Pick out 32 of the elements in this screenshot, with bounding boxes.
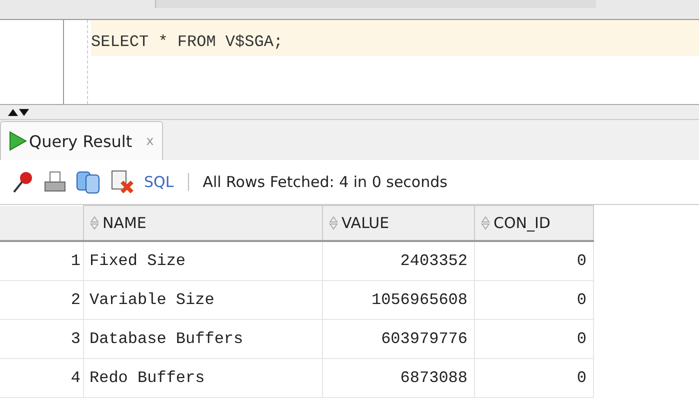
splitter-arrows-icon[interactable] — [8, 108, 30, 116]
table-cell: Fixed Size — [83, 241, 322, 280]
column-header[interactable]: CON_ID — [474, 206, 593, 241]
table-cell: Redo Buffers — [83, 358, 322, 397]
sql-link[interactable]: SQL — [144, 173, 174, 191]
table-cell: 1056965608 — [322, 280, 474, 319]
document-delete-icon[interactable] — [110, 170, 134, 194]
table-cell: 603979776 — [322, 319, 474, 358]
sort-icon — [328, 216, 338, 230]
table-cell: 0 — [474, 280, 593, 319]
query-result-tab[interactable]: Query Result x — [0, 121, 163, 160]
table-cell: 2403352 — [322, 241, 474, 280]
table-cell: 0 — [474, 319, 593, 358]
status-text: All Rows Fetched: 4 in 0 seconds — [202, 173, 448, 191]
sort-icon — [480, 216, 490, 230]
play-icon — [9, 131, 27, 151]
table-cell: 0 — [474, 358, 593, 397]
row-number: 4 — [0, 358, 83, 397]
row-number: 1 — [0, 241, 83, 280]
table-cell: Database Buffers — [83, 319, 322, 358]
table-cell: 6873088 — [322, 358, 474, 397]
row-number: 3 — [0, 319, 83, 358]
tab-label: Query Result — [29, 132, 132, 150]
table-cell: Variable Size — [83, 280, 322, 319]
column-header[interactable]: NAME — [83, 206, 322, 241]
pushpin-icon[interactable] — [12, 170, 34, 194]
printer-icon[interactable] — [44, 171, 66, 193]
sort-icon — [90, 216, 98, 230]
column-header[interactable]: VALUE — [322, 206, 474, 241]
row-number: 2 — [0, 280, 83, 319]
sql-statement: SELECT * FROM V$SGA; — [91, 33, 284, 51]
table-cell: 0 — [474, 241, 593, 280]
